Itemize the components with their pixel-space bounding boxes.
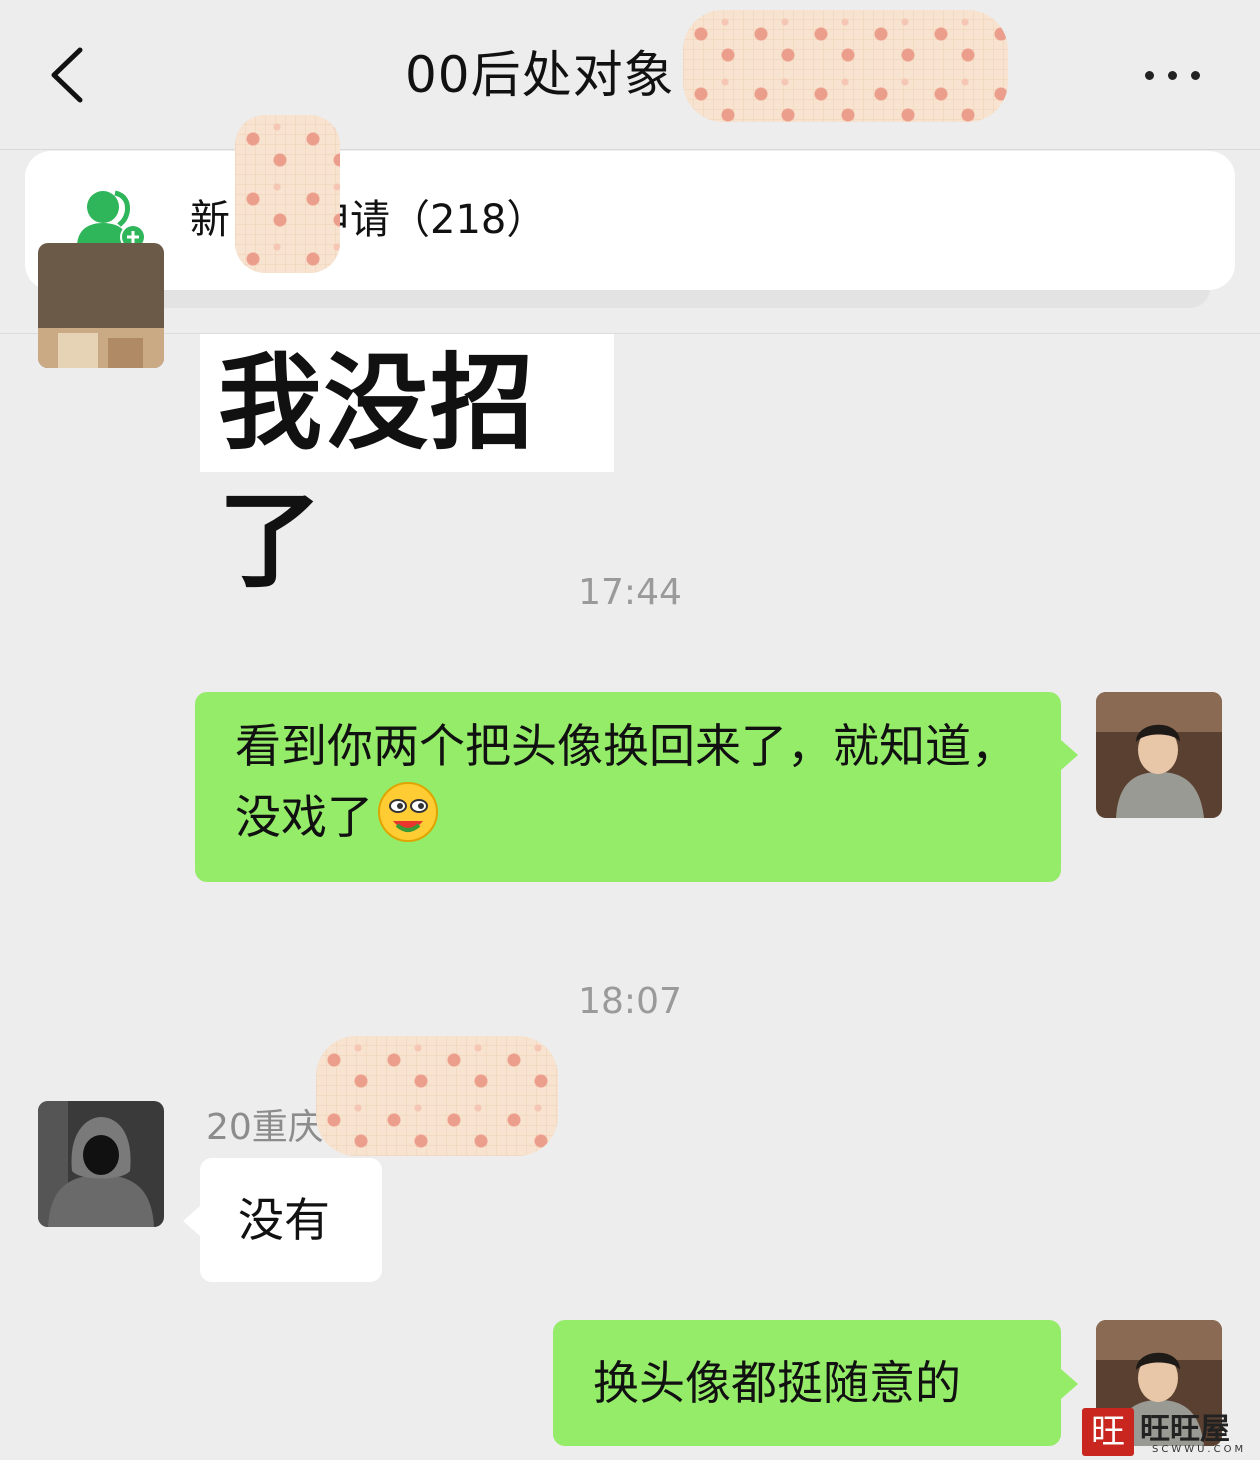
back-button[interactable] bbox=[40, 40, 100, 110]
chevron-left-icon bbox=[51, 47, 83, 103]
bubble-tail bbox=[183, 1206, 200, 1236]
redaction-sticker bbox=[235, 115, 340, 273]
bubble-tail bbox=[1061, 740, 1078, 770]
avatar-other-user[interactable] bbox=[38, 243, 164, 368]
watermark-seal: 旺 bbox=[1082, 1408, 1134, 1456]
message-text: 换头像都挺随意的 bbox=[593, 1356, 961, 1410]
redaction-sticker bbox=[316, 1036, 558, 1156]
drooling-face-emoji bbox=[378, 782, 438, 842]
bubble-tail bbox=[1061, 1369, 1078, 1399]
watermark-text: 旺旺屋 bbox=[1140, 1412, 1230, 1447]
redaction-sticker bbox=[683, 10, 1008, 122]
sender-name: 20重庆 bbox=[206, 1107, 324, 1148]
other-message-bubble[interactable]: 没有 bbox=[200, 1158, 382, 1282]
header-divider bbox=[0, 333, 1260, 334]
message-text: 没有 bbox=[238, 1193, 330, 1247]
my-message-bubble[interactable]: 换头像都挺随意的 bbox=[553, 1320, 1061, 1446]
chat-header: 00后处对象 bbox=[0, 0, 1260, 150]
site-watermark: 旺 旺旺屋 SCWWU.COM bbox=[1082, 1400, 1260, 1460]
my-message-bubble[interactable]: 看到你两个把头像换回来了，就知道，没戏了 bbox=[195, 692, 1061, 882]
message-timestamp: 17:44 bbox=[578, 572, 682, 613]
sticker-message[interactable]: 我没招了 bbox=[200, 334, 614, 602]
avatar-other-user[interactable] bbox=[38, 1101, 164, 1227]
message-text: 看到你两个把头像换回来了，就知道，没戏了 bbox=[235, 719, 1017, 844]
message-timestamp: 18:07 bbox=[578, 981, 682, 1022]
chat-title: 00后处对象 bbox=[405, 46, 675, 104]
more-dots-icon bbox=[1145, 71, 1154, 80]
avatar-me[interactable] bbox=[1096, 692, 1222, 818]
friend-request-notice[interactable]: 新 申请（218） bbox=[25, 151, 1235, 290]
more-button[interactable] bbox=[1135, 55, 1210, 95]
watermark-url: SCWWU.COM bbox=[1152, 1444, 1247, 1455]
